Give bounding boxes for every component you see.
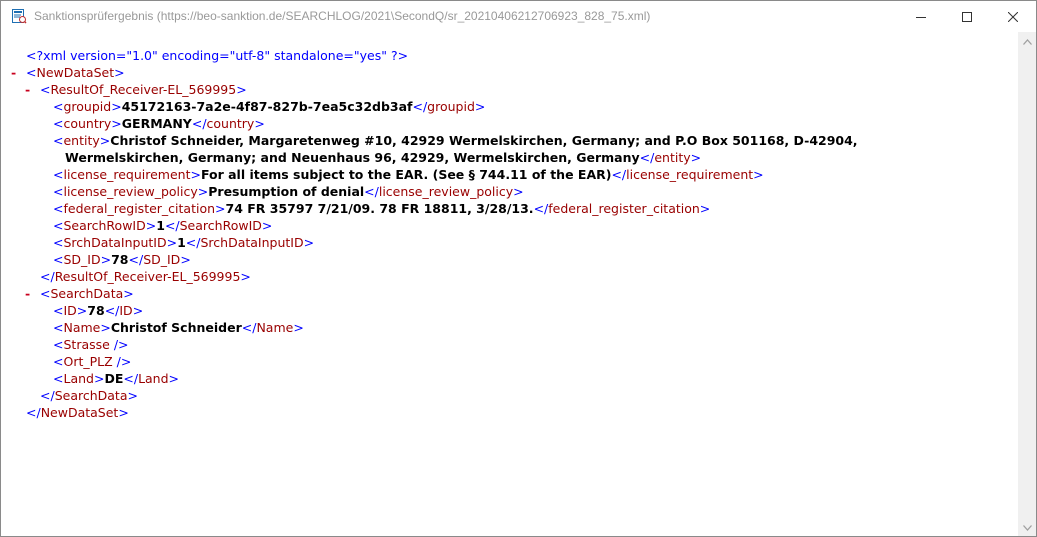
collapse-toggle-newdataset[interactable]: - [11,64,16,81]
field-federal-register-citation: <federal_register_citation>74 FR 35797 7… [53,201,711,216]
search-field-id: <ID>78</ID> [53,303,144,318]
search-field-ort-plz: <Ort_PLZ /> [53,354,132,369]
xml-content[interactable]: <?xml version="1.0" encoding="utf-8" sta… [1,32,1018,536]
field-sd-id: <SD_ID>78</SD_ID> [53,252,191,267]
xml-viewer-window: Sanktionsprüfergebnis (https://beo-sankt… [0,0,1037,537]
field-entity-continued: Wermelskirchen, Germany; and Neuenhaus 9… [65,150,702,165]
vertical-scrollbar[interactable] [1018,32,1036,536]
window-title: Sanktionsprüfergebnis (https://beo-sankt… [34,9,651,23]
search-field-strasse: <Strasse /> [53,337,129,352]
newdataset-open-tag: <NewDataSet> [26,65,125,80]
document-report-icon [11,8,27,24]
close-icon [1008,11,1018,22]
field-license-requirement: <license_requirement>For all items subje… [53,167,764,182]
search-field-land: <Land>DE</Land> [53,371,180,386]
collapse-toggle-result[interactable]: - [25,81,30,98]
close-button[interactable] [990,1,1036,32]
field-license-review-policy: <license_review_policy>Presumption of de… [53,184,524,199]
field-searchrowid: <SearchRowID>1</SearchRowID> [53,218,273,233]
maximize-icon [962,11,972,22]
chevron-down-icon [1022,518,1032,536]
field-country: <country>GERMANY</country> [53,116,265,131]
searchdata-open-tag: <SearchData> [40,286,134,301]
field-srchdatainputid: <SrchDataInputID>1</SrchDataInputID> [53,235,315,250]
newdataset-close-tag: </NewDataSet> [26,405,129,420]
field-entity: <entity>Christof Schneider, Margaretenwe… [53,133,858,148]
scroll-up-button[interactable] [1018,32,1036,50]
minimize-icon [916,12,926,22]
field-groupid: <groupid>45172163-7a2e-4f87-827b-7ea5c32… [53,99,486,114]
result-open-tag: <ResultOf_Receiver-EL_569995> [40,82,247,97]
searchdata-close-tag: </SearchData> [40,388,138,403]
title-bar[interactable]: Sanktionsprüfergebnis (https://beo-sankt… [1,1,1036,32]
scroll-down-button[interactable] [1018,518,1036,536]
xml-declaration: <?xml version="1.0" encoding="utf-8" sta… [26,48,409,63]
search-field-name: <Name>Christof Schneider</Name> [53,320,304,335]
minimize-button[interactable] [898,1,944,32]
collapse-toggle-searchdata[interactable]: - [25,285,30,302]
maximize-button[interactable] [944,1,990,32]
result-close-tag: </ResultOf_Receiver-EL_569995> [40,269,251,284]
chevron-up-icon [1022,32,1032,50]
